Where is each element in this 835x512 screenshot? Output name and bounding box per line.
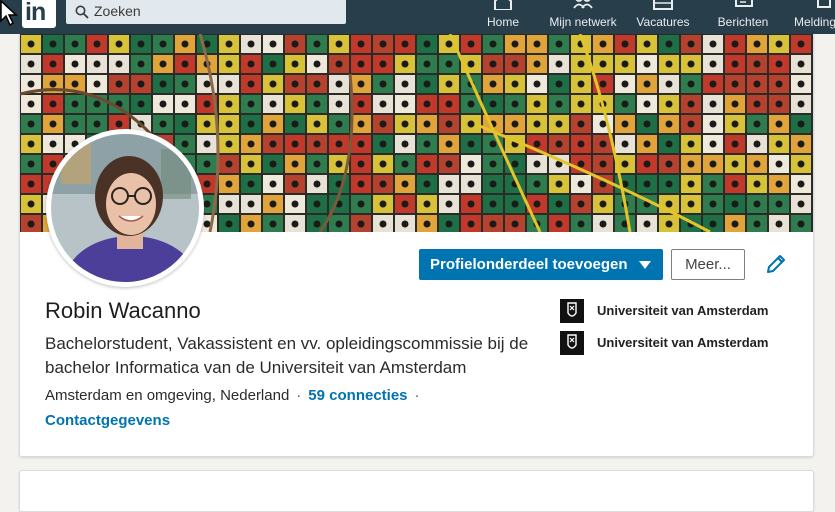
avatar-frame[interactable] xyxy=(46,129,204,287)
avatar xyxy=(51,134,199,282)
nav-item-jobs[interactable]: Vacatures xyxy=(635,0,691,34)
nav-item-label: Meldingen xyxy=(794,15,835,29)
education-name: Universiteit van Amsterdam xyxy=(597,335,769,350)
search-icon xyxy=(75,5,89,19)
education-name: Universiteit van Amsterdam xyxy=(597,303,769,318)
chevron-down-icon xyxy=(639,261,651,269)
contact-info-link[interactable]: Contactgegevens xyxy=(45,412,170,429)
nav-item-network[interactable]: Mijn netwerk xyxy=(545,0,621,34)
profile-location: Amsterdam en omgeving, Nederland xyxy=(45,387,290,404)
mouse-cursor-icon xyxy=(0,0,18,26)
separator: · xyxy=(296,387,302,404)
more-button[interactable]: Meer... xyxy=(671,249,745,280)
add-profile-section-button[interactable]: Profielonderdeel toevoegen xyxy=(419,249,663,280)
search-input[interactable]: Zoeken xyxy=(66,0,346,24)
home-icon xyxy=(494,0,512,10)
nav-item-notifications[interactable]: Meldingen xyxy=(792,0,835,34)
nav-item-home[interactable]: Home xyxy=(478,0,528,34)
connections-link[interactable]: 59 connecties xyxy=(308,387,407,404)
next-section-card xyxy=(19,470,814,512)
add-profile-section-label: Profielonderdeel toevoegen xyxy=(430,256,628,273)
nav-item-label: Berichten xyxy=(717,15,769,29)
nav-item-label: Mijn netwerk xyxy=(549,15,617,29)
top-navigation-bar: in Zoeken Home Mijn netwerk Vacatures Be… xyxy=(0,0,835,34)
linkedin-logo[interactable]: in xyxy=(22,0,56,28)
messaging-icon xyxy=(735,0,753,7)
profile-headline: Bachelorstudent, Vakassistent en vv. opl… xyxy=(45,334,529,377)
uva-logo xyxy=(560,331,584,355)
separator: · xyxy=(414,387,420,404)
network-icon xyxy=(573,0,593,9)
uva-logo xyxy=(560,299,584,323)
nav-item-label: Home xyxy=(486,15,519,29)
bell-icon xyxy=(817,0,831,8)
profile-name: Robin Wacanno xyxy=(45,298,201,323)
nav-item-messaging[interactable]: Berichten xyxy=(714,0,772,34)
search-value: Zoeken xyxy=(94,3,141,19)
logo-text: in xyxy=(25,0,46,26)
location-row: Amsterdam en omgeving, Nederland · 59 conn… xyxy=(45,387,427,404)
profile-card: Profielonderdeel toevoegen Meer... Robin… xyxy=(19,34,814,457)
pencil-icon[interactable] xyxy=(765,253,787,275)
briefcase-icon xyxy=(653,0,673,10)
nav-item-label: Vacatures xyxy=(636,15,690,29)
